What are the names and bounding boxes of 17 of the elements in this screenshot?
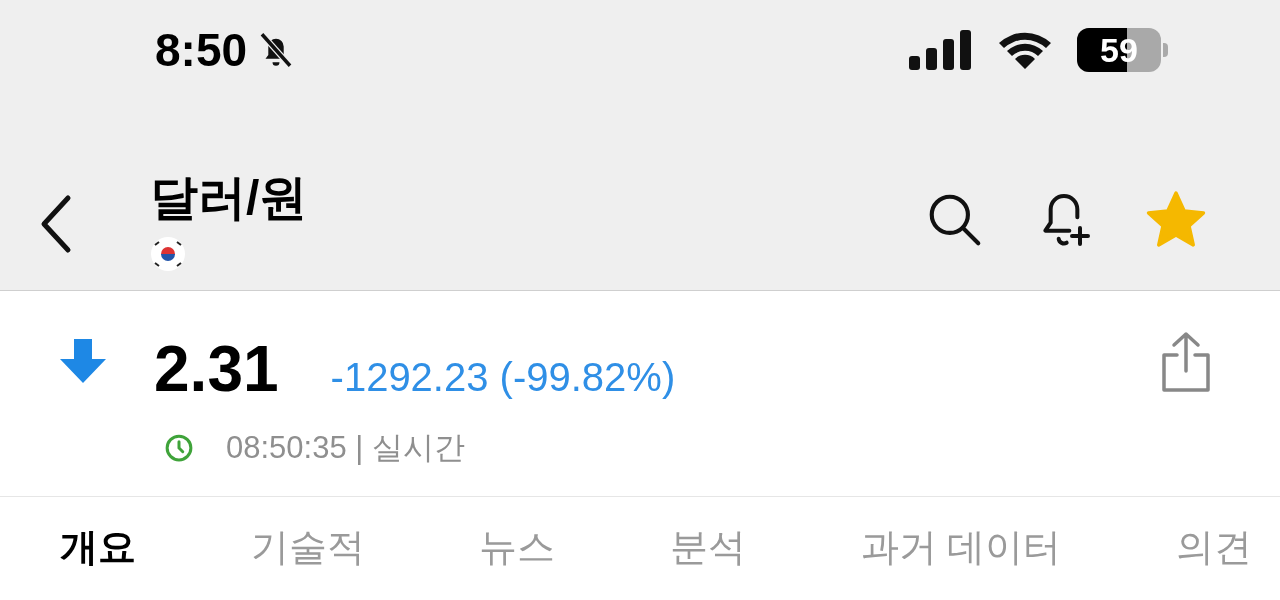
share-button[interactable]: [1160, 331, 1212, 393]
tab[interactable]: 개요: [60, 518, 136, 576]
tab[interactable]: 과거 데이터: [860, 518, 1062, 576]
korea-flag-icon: [150, 236, 186, 272]
tab[interactable]: 뉴스: [479, 518, 556, 576]
clock-icon: [164, 433, 194, 464]
price: 2.31: [154, 332, 279, 407]
status-time: 8:50: [155, 22, 248, 78]
tab[interactable]: 의견: [1176, 518, 1252, 576]
price-change: -1292.23 (-99.82%): [330, 354, 676, 401]
tab[interactable]: 분석: [670, 518, 747, 576]
signal-icon: [909, 30, 973, 70]
update-time: 08:50:35 | 실시간: [226, 429, 465, 467]
tab[interactable]: 기술적: [250, 518, 365, 576]
page-title: 달러/원: [150, 170, 308, 226]
battery-tip: [1163, 43, 1168, 57]
wifi-icon: [997, 30, 1053, 70]
